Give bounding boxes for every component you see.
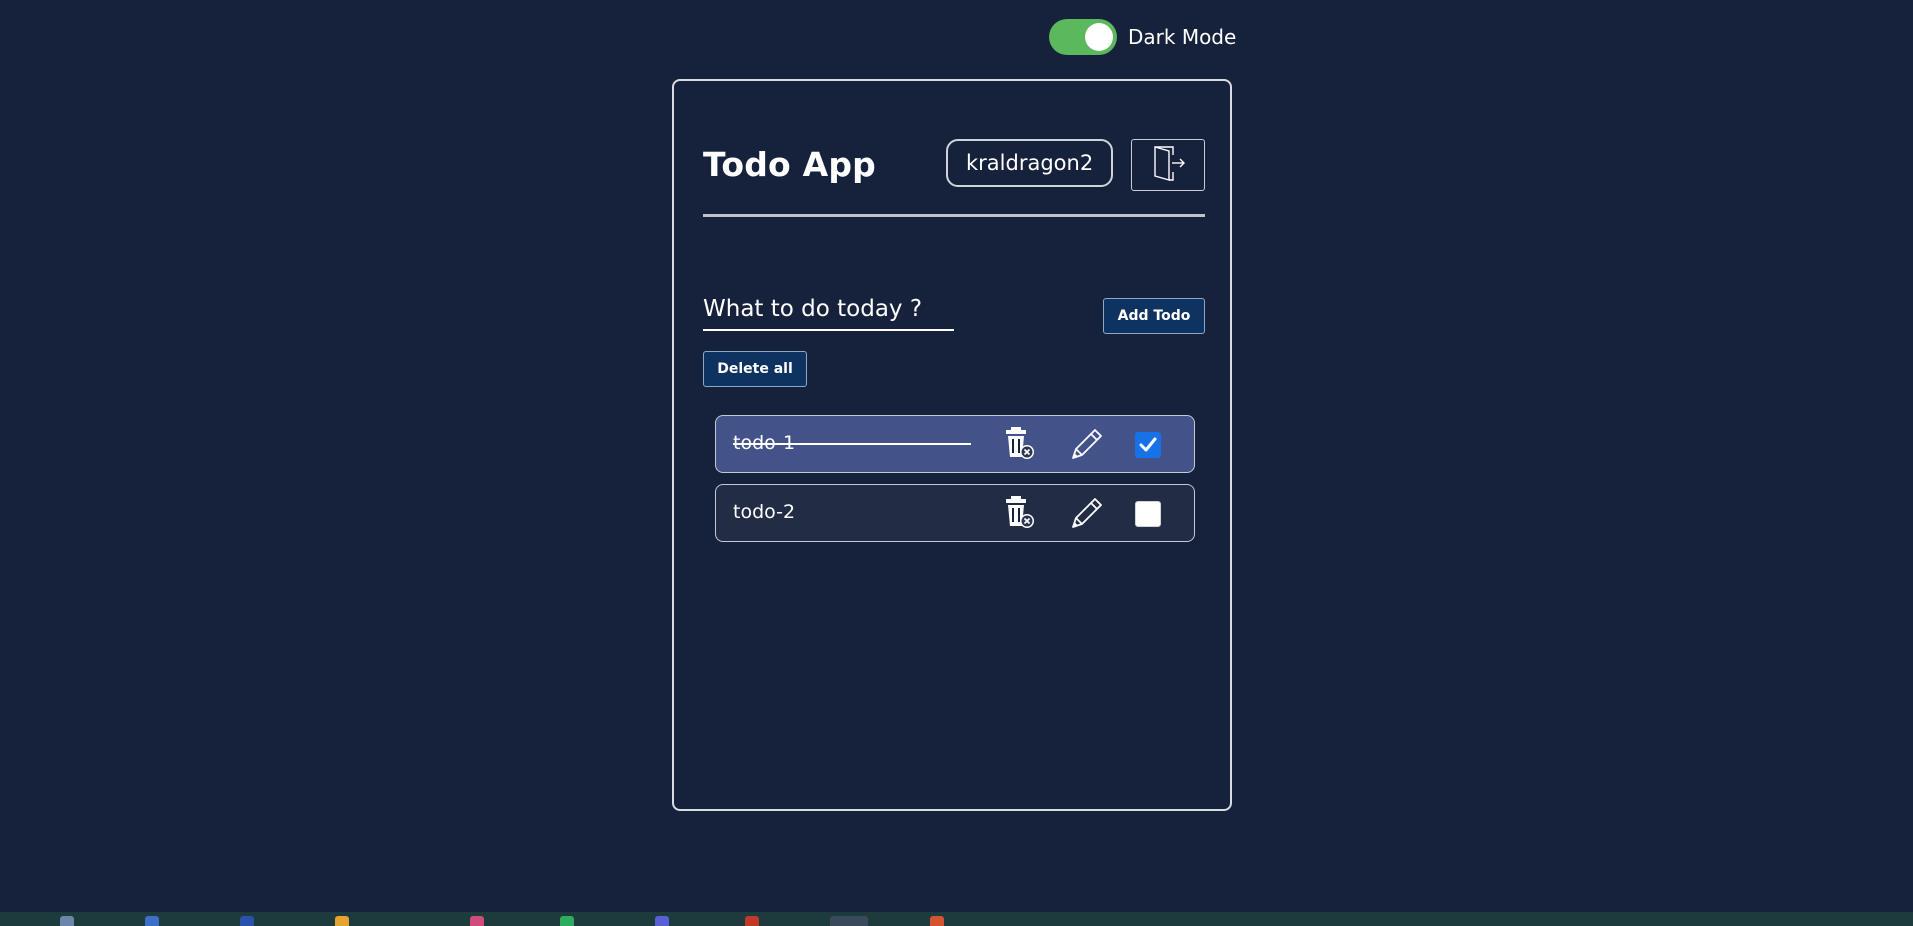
pencil-edit-icon (1069, 495, 1105, 533)
app-title: Todo App (703, 145, 876, 184)
todo-item: todo-2 (715, 484, 1195, 542)
trash-delete-icon (1003, 426, 1035, 464)
switch-knob (1085, 23, 1113, 51)
edit-todo-button[interactable] (1070, 496, 1104, 532)
taskbar-active-app-icon[interactable] (830, 916, 868, 926)
logout-button[interactable] (1131, 139, 1205, 191)
dark-mode-switch[interactable] (1049, 19, 1117, 55)
door-exit-icon (1147, 142, 1189, 188)
taskbar-app-icon[interactable] (655, 916, 669, 926)
taskbar-app-icon[interactable] (930, 916, 944, 926)
taskbar-app-icon[interactable] (745, 916, 759, 926)
taskbar-app-icon[interactable] (470, 916, 484, 926)
dark-mode-label: Dark Mode (1128, 25, 1237, 49)
todo-complete-checkbox[interactable] (1135, 501, 1161, 527)
todo-input[interactable] (703, 289, 954, 331)
delete-all-button[interactable]: Delete all (703, 351, 807, 387)
delete-todo-button[interactable] (1002, 496, 1036, 532)
taskbar-search-icon[interactable] (60, 916, 74, 926)
todo-card: Todo App kraldragon2 Add Todo Delete all… (672, 79, 1232, 811)
app-page: Dark Mode Todo App kraldragon2 Add Todo … (0, 0, 1913, 926)
dark-mode-toggle: Dark Mode (1049, 19, 1236, 55)
delete-todo-button[interactable] (1002, 427, 1036, 463)
strikethrough-line (733, 443, 971, 445)
taskbar-app-icon[interactable] (335, 916, 349, 926)
trash-delete-icon (1003, 495, 1035, 533)
todo-text: todo-2 (733, 501, 796, 523)
header-divider (703, 214, 1205, 217)
todo-item: todo-1 (715, 415, 1195, 473)
checkmark-icon (1139, 437, 1157, 452)
todo-complete-checkbox[interactable] (1135, 432, 1161, 458)
taskbar-app-icon[interactable] (560, 916, 574, 926)
os-taskbar (0, 912, 1913, 926)
username-badge: kraldragon2 (946, 139, 1114, 187)
add-todo-button[interactable]: Add Todo (1103, 298, 1205, 334)
taskbar-app-icon[interactable] (145, 916, 159, 926)
edit-todo-button[interactable] (1070, 427, 1104, 463)
pencil-edit-icon (1069, 426, 1105, 464)
taskbar-app-icon[interactable] (240, 916, 254, 926)
